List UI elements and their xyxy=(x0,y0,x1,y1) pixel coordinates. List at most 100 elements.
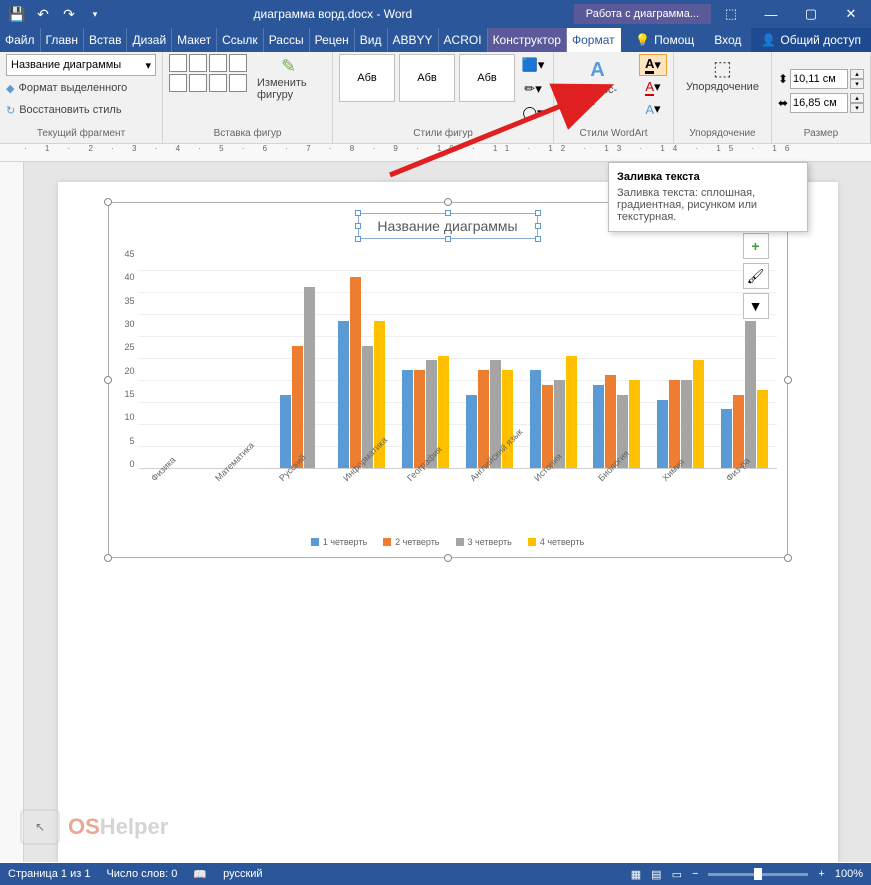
tab-review[interactable]: Рецен xyxy=(310,28,355,52)
maximize-icon[interactable]: ▢ xyxy=(791,0,831,28)
shape-gallery[interactable] xyxy=(169,54,247,92)
shape-style-3[interactable]: Абв xyxy=(459,54,515,102)
zoom-thumb[interactable] xyxy=(754,868,762,880)
zoom-level[interactable]: 100% xyxy=(835,868,863,880)
legend-item[interactable]: 3 четверть xyxy=(456,537,512,547)
resize-handle[interactable] xyxy=(104,376,112,384)
text-effects-button[interactable]: A▾ xyxy=(639,98,667,120)
undo-icon[interactable]: ↶ xyxy=(34,5,52,23)
shape-triangle-icon[interactable] xyxy=(209,74,227,92)
title-handle[interactable] xyxy=(355,210,361,216)
chart-styles-button[interactable]: 🖌 xyxy=(743,263,769,289)
format-selection-button[interactable]: ◆Формат выделенного xyxy=(6,78,127,98)
tab-mailings[interactable]: Рассы xyxy=(264,28,310,52)
tab-insert[interactable]: Встав xyxy=(84,28,127,52)
shape-fill-button[interactable]: 🟦▾ xyxy=(519,54,547,76)
bar[interactable] xyxy=(338,321,349,468)
chart-plot-area[interactable]: 051015202530354045 xyxy=(119,249,777,469)
shape-line-icon[interactable] xyxy=(209,54,227,72)
arrange-button[interactable]: ⬚ Упорядочение xyxy=(680,54,765,95)
resize-handle[interactable] xyxy=(784,376,792,384)
tab-view[interactable]: Вид xyxy=(355,28,388,52)
close-icon[interactable]: ✕ xyxy=(831,0,871,28)
language-indicator[interactable]: русский xyxy=(223,868,262,880)
spellcheck-icon[interactable]: 📖 xyxy=(193,868,207,881)
legend-item[interactable]: 2 четверть xyxy=(383,537,439,547)
tab-home[interactable]: Главн xyxy=(41,28,85,52)
chart-element-selector[interactable]: Название диаграммы▾ xyxy=(6,54,156,76)
ruler-horizontal[interactable]: · 1 · 2 · 3 · 4 · 5 · 6 · 7 · 8 · 9 · 10… xyxy=(0,144,871,162)
minimize-icon[interactable]: — xyxy=(751,0,791,28)
title-handle[interactable] xyxy=(355,223,361,229)
view-print-icon[interactable]: ▤ xyxy=(651,868,661,881)
bar[interactable] xyxy=(402,370,413,468)
document-area[interactable]: Название диаграммы 051015202530354045 Фи… xyxy=(24,162,871,862)
shape-arrow-icon[interactable] xyxy=(169,74,187,92)
resize-handle[interactable] xyxy=(784,554,792,562)
qat-dropdown-icon[interactable]: ▾ xyxy=(86,5,104,23)
shape-rrect-icon[interactable] xyxy=(189,74,207,92)
chart-object[interactable]: Название диаграммы 051015202530354045 Фи… xyxy=(108,202,788,558)
word-count[interactable]: Число слов: 0 xyxy=(106,868,177,880)
tab-layout[interactable]: Макет xyxy=(172,28,217,52)
tab-signin[interactable]: Вход xyxy=(704,28,751,52)
tab-references[interactable]: Ссылк xyxy=(217,28,264,52)
ribbon-options-icon[interactable]: ⬚ xyxy=(711,0,751,28)
title-handle[interactable] xyxy=(535,223,541,229)
chart-filter-button[interactable]: ▼ xyxy=(743,293,769,319)
chart-legend[interactable]: 1 четверть 2 четверть 3 четверть 4 четверть xyxy=(119,537,777,547)
height-up[interactable]: ▴ xyxy=(850,69,864,79)
ruler-vertical[interactable] xyxy=(0,162,24,862)
redo-icon[interactable]: ↷ xyxy=(60,5,78,23)
title-handle[interactable] xyxy=(445,210,451,216)
edit-shape-button[interactable]: ✎ Изменить фигуру xyxy=(251,54,326,103)
shape-style-2[interactable]: Абв xyxy=(399,54,455,102)
title-handle[interactable] xyxy=(445,236,451,242)
title-handle[interactable] xyxy=(535,236,541,242)
shape-outline-button[interactable]: ✏▾ xyxy=(519,78,547,100)
shape-textbox-icon[interactable] xyxy=(169,54,187,72)
legend-item[interactable]: 1 четверть xyxy=(311,537,367,547)
tab-help[interactable]: 💡Помощ xyxy=(625,28,704,52)
resize-handle[interactable] xyxy=(104,198,112,206)
chart-tools-tab[interactable]: Работа с диаграмма... xyxy=(574,4,711,24)
width-down[interactable]: ▾ xyxy=(850,103,864,113)
chart-title[interactable]: Название диаграммы xyxy=(358,213,538,239)
tab-acrobat[interactable]: ACROI xyxy=(439,28,488,52)
resize-handle[interactable] xyxy=(444,198,452,206)
text-outline-button[interactable]: A▾ xyxy=(639,76,667,98)
tab-file[interactable]: Файл xyxy=(0,28,41,52)
shape-effects-button[interactable]: ◯▾ xyxy=(519,102,547,124)
shape-style-1[interactable]: Абв xyxy=(339,54,395,102)
tab-share[interactable]: 👤Общий доступ xyxy=(751,28,871,52)
bar[interactable] xyxy=(350,277,361,468)
tab-abbyy[interactable]: ABBYY xyxy=(388,28,439,52)
resize-handle[interactable] xyxy=(444,554,452,562)
title-handle[interactable] xyxy=(355,236,361,242)
zoom-in-button[interactable]: + xyxy=(818,868,824,880)
width-input[interactable] xyxy=(790,93,848,113)
zoom-slider[interactable] xyxy=(708,873,808,876)
height-input[interactable] xyxy=(790,69,848,89)
tab-format[interactable]: Формат xyxy=(567,28,621,52)
express-styles-button[interactable]: A Экспресс-стили xyxy=(560,54,635,110)
tab-design[interactable]: Дизай xyxy=(127,28,172,52)
shape-more-icon[interactable] xyxy=(229,74,247,92)
reset-style-button[interactable]: ↻Восстановить стиль xyxy=(6,100,122,120)
shape-oval-icon[interactable] xyxy=(229,54,247,72)
zoom-out-button[interactable]: − xyxy=(692,868,698,880)
text-fill-button[interactable]: A▾ xyxy=(639,54,667,76)
view-web-icon[interactable]: ▭ xyxy=(672,868,682,881)
save-icon[interactable]: 💾 xyxy=(8,5,26,23)
height-down[interactable]: ▾ xyxy=(850,79,864,89)
chart-elements-button[interactable]: + xyxy=(743,233,769,259)
width-up[interactable]: ▴ xyxy=(850,93,864,103)
shape-rect-icon[interactable] xyxy=(189,54,207,72)
resize-handle[interactable] xyxy=(104,554,112,562)
page-indicator[interactable]: Страница 1 из 1 xyxy=(8,868,90,880)
view-read-icon[interactable]: ▦ xyxy=(631,868,641,881)
tab-constructor[interactable]: Конструктор xyxy=(488,28,567,52)
legend-item[interactable]: 4 четверть xyxy=(528,537,584,547)
title-handle[interactable] xyxy=(535,210,541,216)
group-label: Текущий фрагмент xyxy=(6,128,156,141)
